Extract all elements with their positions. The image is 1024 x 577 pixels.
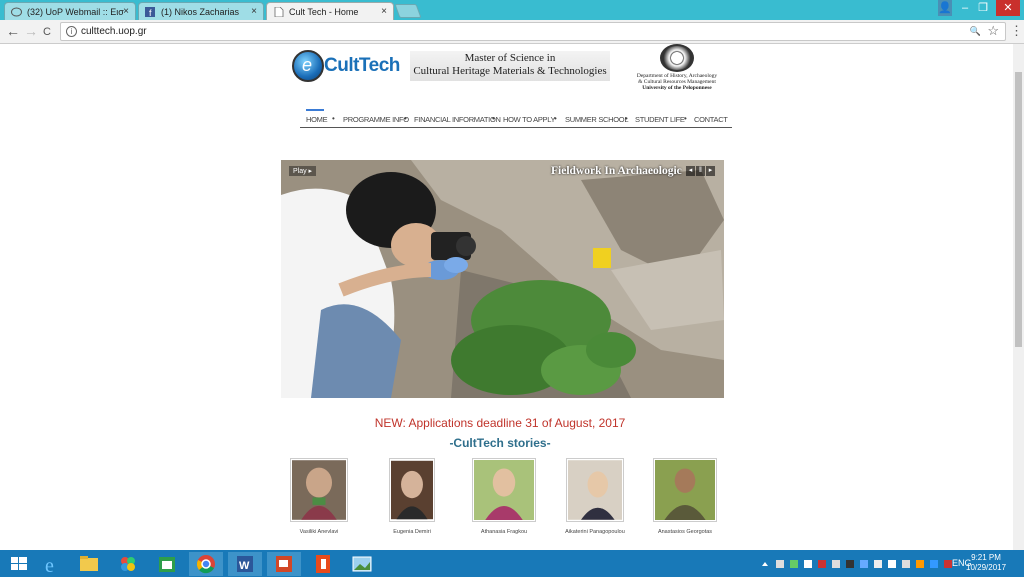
mail-icon: [11, 7, 22, 17]
slider-prev-icon[interactable]: ◂: [686, 166, 695, 176]
university-seal-icon: [660, 44, 694, 72]
person-name: Vasiliki Anevlavi: [299, 529, 339, 535]
announcement-text[interactable]: NEW: Applications deadline 31 of August,…: [0, 416, 1000, 430]
person-photo: [472, 458, 536, 522]
story-card[interactable]: Vasiliki Anevlavi: [274, 458, 364, 535]
browser-toolbar: ← → C i culttech.uop.gr 🔍 ☆ ⋮: [0, 20, 1024, 44]
user-profile-icon[interactable]: 👤: [938, 0, 952, 16]
person-name: Aikaterini Panagopoulou: [565, 529, 625, 535]
slider-play-button[interactable]: Play ▸: [289, 166, 317, 176]
browser-tab-strip: (32) UoP Webmail :: Εισ × f (1) Nikos Za…: [0, 0, 1024, 20]
slider-pause-icon[interactable]: ‖: [696, 166, 705, 176]
chrome-icon[interactable]: [189, 552, 223, 576]
slider-caption: Fieldwork In Archaeologic: [551, 165, 682, 177]
close-icon[interactable]: ×: [381, 6, 387, 17]
ie-icon[interactable]: e: [36, 552, 70, 577]
browser-menu-icon[interactable]: ⋮: [1010, 23, 1023, 39]
clock-time: 9:21 PM: [971, 553, 1001, 562]
nav-how-to-apply[interactable]: HOW TO APPLY: [503, 115, 556, 124]
minimize-button[interactable]: –: [958, 0, 972, 16]
close-icon[interactable]: ×: [251, 6, 257, 17]
scrollbar-thumb[interactable]: [1015, 72, 1022, 347]
maximize-button[interactable]: ❐: [976, 0, 990, 16]
start-icon[interactable]: [2, 552, 36, 576]
nav-separator: •: [554, 114, 557, 123]
tab-webmail[interactable]: (32) UoP Webmail :: Εισ ×: [4, 2, 136, 20]
programme-title-line2: Cultural Heritage Materials & Technologi…: [413, 65, 607, 77]
search-icon[interactable]: 🔍: [970, 26, 981, 37]
logo-letter: e: [302, 55, 313, 75]
reload-button[interactable]: C: [43, 25, 51, 39]
nav-summer-school[interactable]: SUMMER SCHOOL: [565, 115, 629, 124]
nav-home[interactable]: HOME: [306, 115, 328, 124]
person-name: Eugenia Demiri: [393, 529, 431, 535]
tab-facebook[interactable]: f (1) Nikos Zacharias ×: [138, 2, 264, 20]
close-window-button[interactable]: ✕: [996, 0, 1020, 16]
web-page: e CultTech Master of Science in Cultural…: [0, 44, 1013, 550]
svg-text:e: e: [45, 555, 54, 576]
tab-title: Cult Tech - Home: [289, 7, 359, 17]
story-card[interactable]: Anastasios Georgotas: [640, 458, 730, 535]
paint-icon[interactable]: [111, 552, 145, 576]
file-explorer-icon[interactable]: [72, 552, 106, 576]
nav-financial-information[interactable]: FINANCIAL INFORMATION: [414, 115, 501, 124]
culttech-logo[interactable]: e CultTech: [290, 47, 402, 85]
nav-separator: •: [332, 114, 335, 123]
nav-separator: •: [684, 114, 687, 123]
image-slider[interactable]: Play ▸ Fieldwork In Archaeologic ◂ ‖ ▸: [281, 160, 724, 398]
system-tray-icon: [762, 560, 952, 568]
word-icon[interactable]: W: [228, 552, 262, 576]
url-text[interactable]: culttech.uop.gr: [81, 26, 147, 37]
office-icon[interactable]: [306, 552, 340, 576]
tab-title: (1) Nikos Zacharias: [161, 7, 240, 17]
clock-date: 10/29/2017: [966, 563, 1007, 572]
bookmark-star-icon[interactable]: ☆: [987, 23, 999, 39]
slider-next-icon[interactable]: ▸: [706, 166, 715, 176]
forward-button[interactable]: →: [24, 24, 38, 38]
dept-line3: University of the Peloponnese: [642, 85, 712, 91]
windows-taskbar: e W ENG 9:21 PM 10/29/2017: [0, 550, 1024, 577]
nav-separator: •: [404, 114, 407, 123]
person-photo: [653, 458, 717, 522]
main-nav: HOME • PROGRAMME INFO • FINANCIAL INFORM…: [300, 109, 732, 128]
nav-programme-info[interactable]: PROGRAMME INFO: [343, 115, 409, 124]
stories-heading: -CultTech stories-: [449, 436, 551, 450]
person-name: Athanasia Fragkou: [480, 529, 528, 535]
story-card[interactable]: Athanasia Fragkou: [459, 458, 549, 535]
system-clock[interactable]: 9:21 PM 10/29/2017: [966, 553, 1006, 573]
person-photo: [566, 458, 624, 522]
page-icon: [274, 7, 284, 17]
nav-active-indicator: [306, 109, 324, 111]
person-photo: [389, 458, 435, 522]
facebook-icon: f: [145, 7, 155, 17]
story-card[interactable]: Eugenia Demiri: [367, 458, 457, 535]
page-scrollbar[interactable]: [1013, 44, 1024, 550]
nav-student-life[interactable]: STUDENT LIFE: [635, 115, 685, 124]
new-tab-button[interactable]: [394, 4, 422, 18]
department-text: Department of History, Archaeology & Cul…: [618, 73, 736, 91]
address-bar[interactable]: i culttech.uop.gr 🔍 ☆: [60, 22, 1006, 41]
store-icon[interactable]: [150, 552, 184, 576]
logo-text: CultTech: [324, 55, 400, 76]
fieldwork-photo: [281, 160, 724, 398]
info-icon[interactable]: i: [66, 26, 77, 37]
close-icon[interactable]: ×: [123, 6, 129, 17]
nav-contact[interactable]: CONTACT: [694, 115, 728, 124]
svg-text:W: W: [239, 560, 250, 572]
programme-title-line1: Master of Science in: [464, 52, 556, 64]
back-button[interactable]: ←: [6, 24, 20, 38]
powerpoint-icon[interactable]: [267, 552, 301, 576]
person-name: Anastasios Georgotas: [657, 529, 713, 535]
tab-title: (32) UoP Webmail :: Εισ: [27, 7, 124, 17]
photo-viewer-icon[interactable]: [345, 552, 379, 576]
tab-culttech[interactable]: Cult Tech - Home ×: [266, 2, 394, 20]
nav-separator: •: [492, 114, 495, 123]
person-photo: [290, 458, 348, 522]
screen: (32) UoP Webmail :: Εισ × f (1) Nikos Za…: [0, 0, 1024, 577]
nav-separator: •: [625, 114, 628, 123]
story-card[interactable]: Aikaterini Panagopoulou: [550, 458, 640, 535]
tray-icons[interactable]: [760, 558, 960, 572]
